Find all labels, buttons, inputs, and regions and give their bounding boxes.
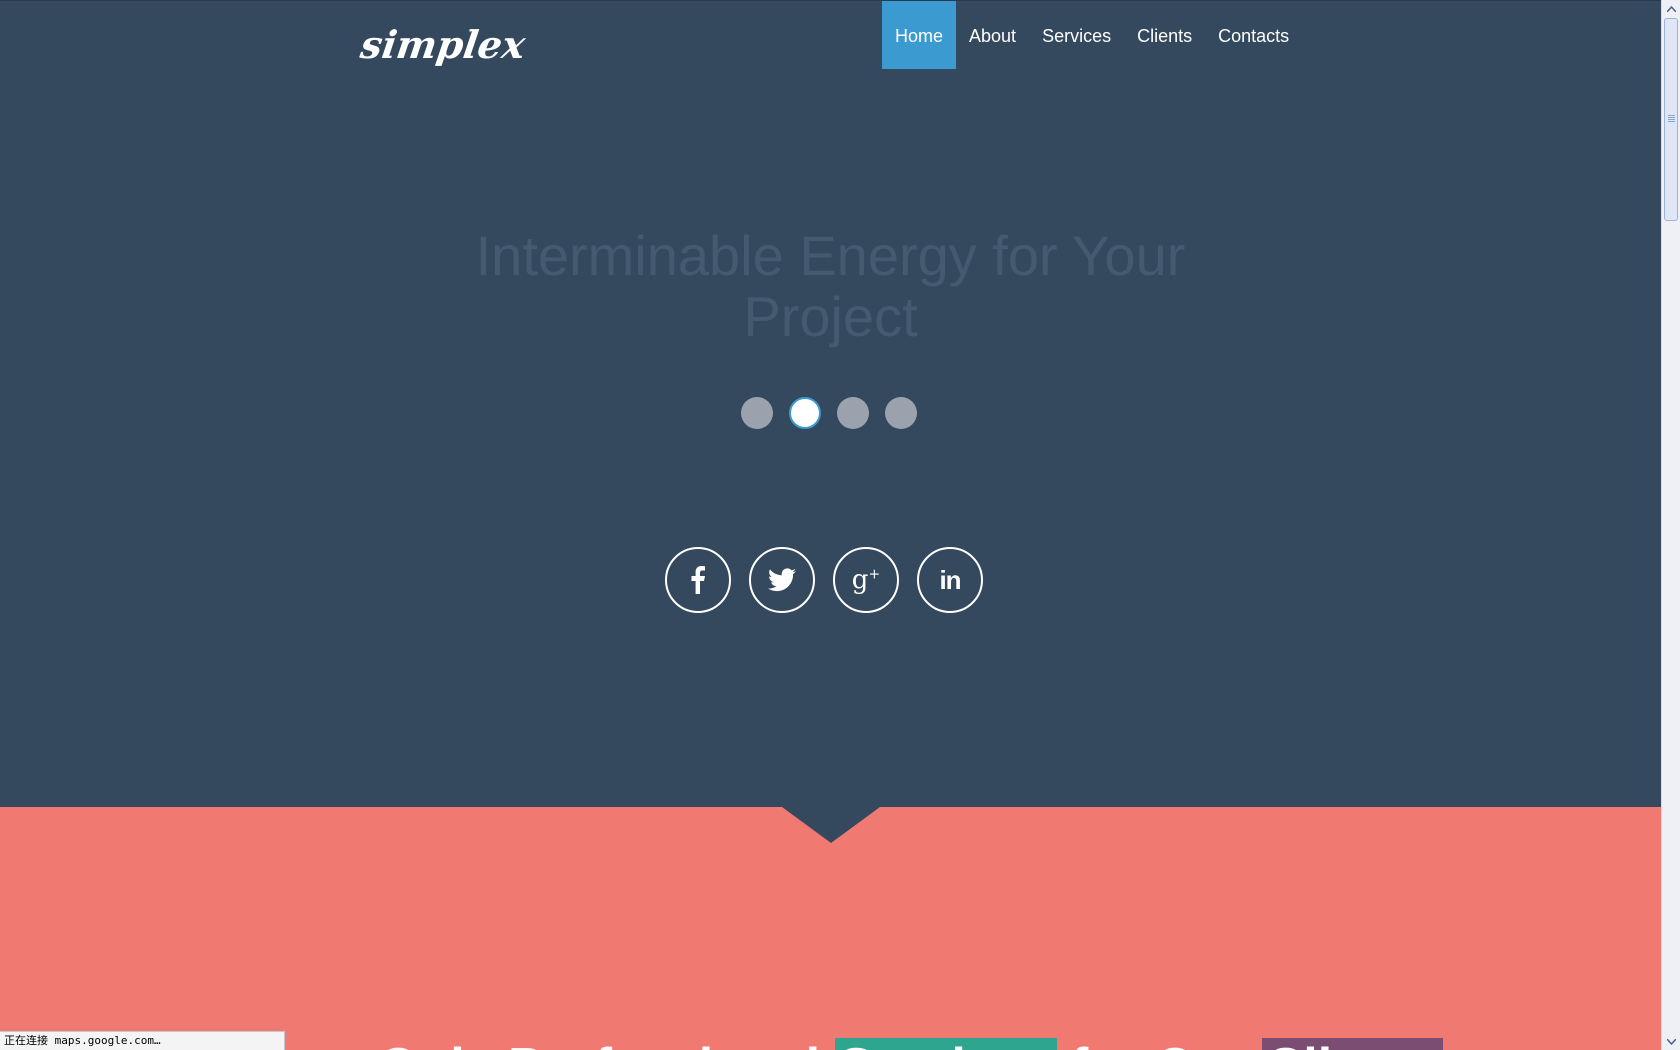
main-nav: Home About Services Clients Contacts xyxy=(882,1,1302,69)
nav-item-clients[interactable]: Clients xyxy=(1124,1,1205,69)
hero-title-line-1: Interminable Energy for Your xyxy=(475,224,1186,287)
slider-dot-3[interactable] xyxy=(837,397,869,429)
scroll-up-arrow-icon[interactable] xyxy=(1662,0,1680,17)
services-title-middle: for Our xyxy=(1071,1038,1247,1050)
nav-item-services[interactable]: Services xyxy=(1029,1,1124,69)
vertical-scrollbar[interactable] xyxy=(1661,0,1680,1050)
hero-title-line-2: Project xyxy=(743,285,918,348)
nav-item-about[interactable]: About xyxy=(956,1,1029,69)
services-title-highlight-clients: Clients xyxy=(1261,1038,1444,1050)
hero-title: Interminable Energy for Your Project xyxy=(0,225,1661,347)
slider-dot-2[interactable] xyxy=(789,397,821,429)
viewport: simplex Home About Services Clients Cont… xyxy=(0,0,1661,1050)
scroll-down-arrow-icon[interactable] xyxy=(1662,1033,1680,1050)
site-logo[interactable]: simplex xyxy=(358,22,528,67)
services-title-prefix: Only Professional xyxy=(378,1038,820,1050)
facebook-icon xyxy=(691,566,705,594)
browser-page: simplex Home About Services Clients Cont… xyxy=(0,0,1680,1050)
scrollbar-thumb[interactable] xyxy=(1664,18,1678,221)
services-section-title: Only Professional Services for Our Clien… xyxy=(378,1037,1444,1050)
social-links: g+ in xyxy=(665,547,983,613)
services-section xyxy=(0,807,1661,1050)
hero-section: simplex Home About Services Clients Cont… xyxy=(0,0,1661,807)
scrollbar-grip-icon xyxy=(1668,115,1675,122)
services-title-highlight-services: Services xyxy=(834,1038,1057,1050)
twitter-button[interactable] xyxy=(749,547,815,613)
facebook-button[interactable] xyxy=(665,547,731,613)
slider-pagination xyxy=(741,397,917,429)
browser-status-bar: 正在连接 maps.google.com… xyxy=(0,1031,285,1050)
twitter-icon xyxy=(768,568,796,592)
slider-dot-4[interactable] xyxy=(885,397,917,429)
google-plus-icon: g+ xyxy=(851,565,881,595)
linkedin-icon: in xyxy=(939,565,961,595)
section-divider-notch xyxy=(782,807,880,843)
nav-item-contacts[interactable]: Contacts xyxy=(1205,1,1302,69)
linkedin-button[interactable]: in xyxy=(917,547,983,613)
nav-item-home[interactable]: Home xyxy=(882,1,957,69)
slider-dot-1[interactable] xyxy=(741,397,773,429)
google-plus-button[interactable]: g+ xyxy=(833,547,899,613)
